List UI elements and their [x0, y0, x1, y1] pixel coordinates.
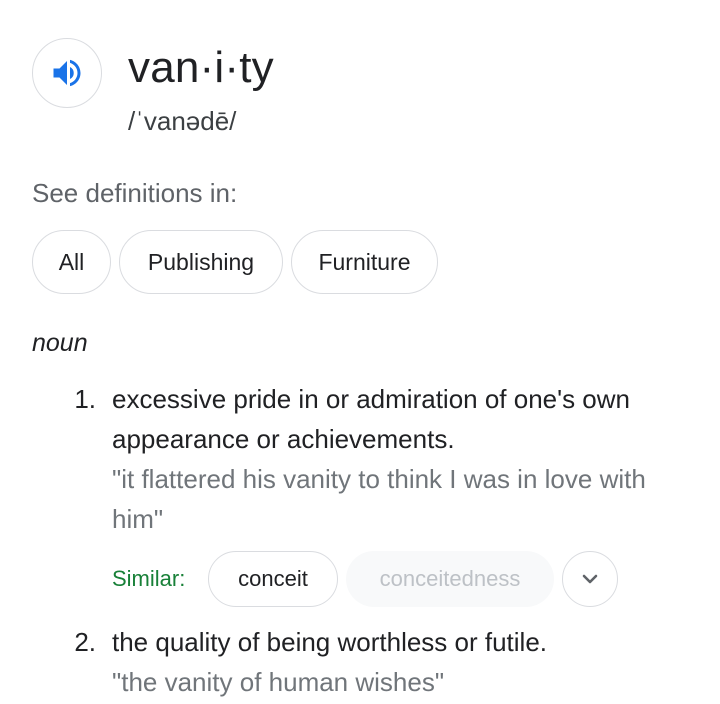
headword: van·i·ty [128, 43, 274, 92]
filter-chip-publishing[interactable]: Publishing [119, 230, 283, 294]
volume-up-icon [49, 55, 85, 91]
chevron-down-icon [578, 567, 602, 591]
definition-example: "it flattered his vanity to think I was … [112, 464, 646, 534]
see-definitions-label: See definitions in: [32, 178, 238, 208]
filter-chip-all[interactable]: All [32, 230, 111, 294]
synonym-chip-conceitedness[interactable]: conceitedness [346, 551, 554, 607]
definition-number: 1. [74, 384, 96, 414]
definition-number: 2. [74, 627, 96, 657]
expand-synonyms-button[interactable] [562, 551, 618, 607]
synonym-chip-conceit[interactable]: conceit [208, 551, 338, 607]
pronounce-button[interactable] [32, 38, 102, 108]
similar-label: Similar: [112, 566, 186, 591]
definition-text: excessive pride in or admiration of one'… [112, 384, 631, 454]
phonetic-transcription: /ˈvanədē/ [128, 106, 237, 136]
definition-text: the quality of being worthless or futile… [112, 627, 548, 657]
filter-chip-furniture[interactable]: Furniture [291, 230, 438, 294]
definition-example: "the vanity of human wishes" [112, 667, 445, 697]
part-of-speech: noun [32, 329, 88, 357]
